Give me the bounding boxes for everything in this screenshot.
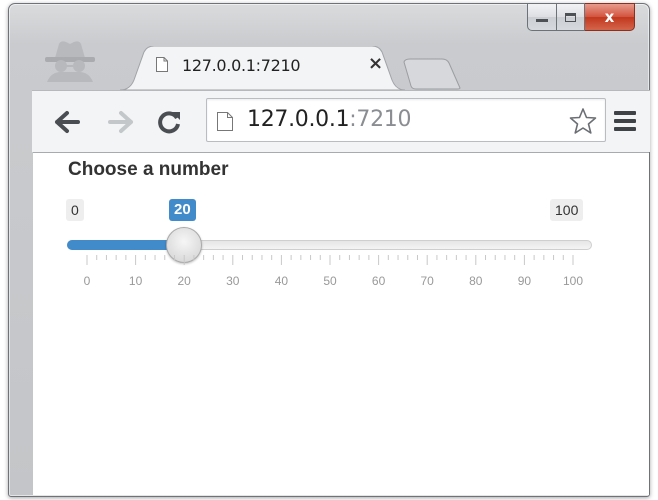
tab-active[interactable]: 127.0.0.1:7210 ×	[120, 46, 405, 90]
tick-label: 20	[177, 274, 191, 288]
url-port: :7210	[349, 107, 412, 132]
page-content: Choose a number 0 20 100 0 10 20 30 40 50 60 70…	[33, 152, 649, 495]
slider-value-label: 20	[169, 199, 196, 221]
new-tab-button[interactable]	[402, 58, 462, 90]
tick-label: 10	[128, 274, 143, 288]
close-window-button[interactable]: x	[585, 3, 635, 31]
menu-icon[interactable]	[614, 111, 636, 131]
tab-title: 127.0.0.1:7210	[182, 56, 301, 75]
incognito-icon	[45, 41, 95, 82]
browser-window: x 127.0.0.1:7210 × 127.0.0.1:7210 Choose…	[8, 3, 650, 497]
tick-label: 70	[420, 274, 434, 288]
tick-label: 40	[274, 274, 289, 288]
reload-icon[interactable]	[156, 109, 182, 135]
window-controls: x	[527, 3, 635, 31]
forward-arrow-icon[interactable]	[108, 109, 134, 135]
minimize-button[interactable]	[527, 3, 557, 31]
slider-min-label: 0	[66, 199, 84, 221]
tick-label: 50	[323, 274, 337, 288]
url-text: 127.0.0.1:7210	[247, 107, 411, 132]
tick-label: 0	[83, 274, 91, 288]
page-icon	[217, 112, 233, 131]
url-host: 127.0.0.1	[247, 107, 350, 132]
back-arrow-icon[interactable]	[54, 109, 80, 135]
minimize-icon	[536, 19, 548, 22]
maximize-button[interactable]	[557, 3, 585, 31]
tab-close-button[interactable]: ×	[368, 53, 383, 74]
tick-label: 100	[562, 274, 584, 288]
slider-max-label: 100	[550, 199, 584, 221]
tick-label: 30	[226, 274, 240, 288]
slider-label: Choose a number	[68, 159, 229, 180]
star-icon[interactable]	[569, 107, 597, 135]
tick-label: 60	[371, 274, 386, 288]
tick-label: 90	[517, 274, 532, 288]
browser-toolbar: 127.0.0.1:7210	[32, 90, 650, 152]
page-icon	[156, 57, 168, 72]
address-bar[interactable]: 127.0.0.1:7210	[206, 98, 606, 142]
maximize-icon	[565, 12, 576, 22]
close-icon: x	[604, 7, 615, 26]
tick-label: 80	[469, 274, 483, 288]
